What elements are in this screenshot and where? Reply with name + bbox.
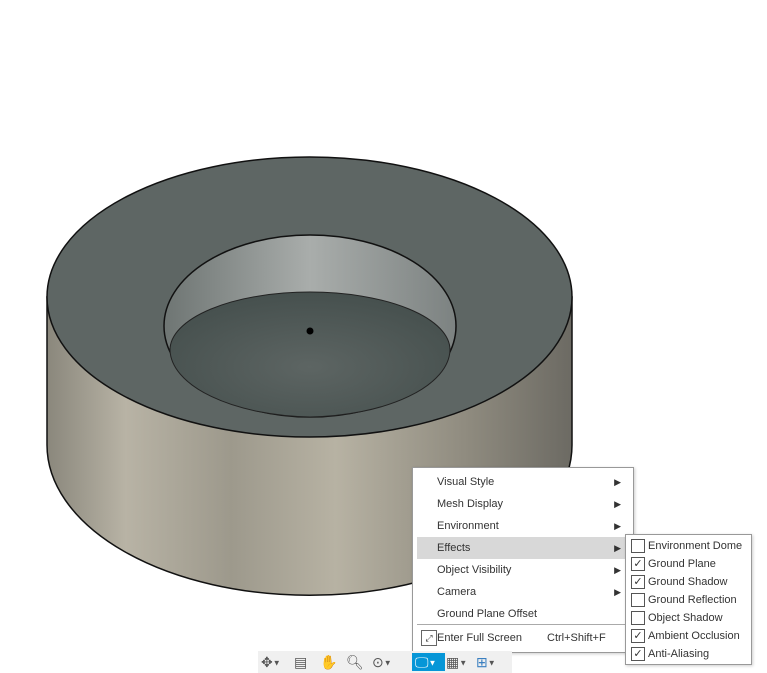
checkbox-ground-shadow[interactable]: ✓ Ground Shadow bbox=[630, 573, 748, 591]
submenu-arrow-icon: ▶ bbox=[614, 543, 621, 553]
menu-item-camera[interactable]: Camera ▶ bbox=[417, 581, 629, 603]
menu-item-mesh-display[interactable]: Mesh Display ▶ bbox=[417, 493, 629, 515]
checkbox[interactable] bbox=[631, 611, 645, 625]
pan-icon[interactable]: ✋ bbox=[320, 653, 337, 671]
label: Ground Plane Offset bbox=[437, 608, 538, 620]
display-settings-icon[interactable]: 🖵▼ bbox=[412, 653, 445, 671]
shortcut: Ctrl+Shift+F bbox=[547, 632, 606, 644]
submenu-arrow-icon: ▶ bbox=[614, 565, 621, 575]
checkbox-ambient-occlusion[interactable]: ✓ Ambient Occlusion bbox=[630, 627, 748, 645]
menu-item-object-visibility[interactable]: Object Visibility ▶ bbox=[417, 559, 629, 581]
submenu-arrow-icon: ▶ bbox=[614, 521, 621, 531]
checkbox[interactable]: ✓ bbox=[631, 629, 645, 643]
checkbox[interactable] bbox=[631, 593, 645, 607]
navigation-toolbar: ✥▼ ▤ ✋ 🔍︎ ⊙▼ 🖵▼ ▦▼ ⊞▼ bbox=[258, 651, 512, 673]
display-settings-menu: Visual Style ▶ Mesh Display ▶ Environment ▶… bbox=[412, 467, 634, 653]
label: Ground Shadow bbox=[648, 576, 728, 588]
label: Mesh Display bbox=[437, 498, 504, 510]
menu-item-ground-plane-offset[interactable]: Ground Plane Offset bbox=[417, 603, 629, 625]
submenu-arrow-icon: ▶ bbox=[614, 587, 621, 597]
label: Enter Full Screen bbox=[437, 632, 522, 644]
checkbox-object-shadow[interactable]: Object Shadow bbox=[630, 609, 748, 627]
grid-settings-icon[interactable]: ▦▼ bbox=[446, 653, 467, 671]
submenu-arrow-icon: ▶ bbox=[614, 477, 621, 487]
submenu-arrow-icon: ▶ bbox=[614, 499, 621, 509]
checkbox-ground-plane[interactable]: ✓ Ground Plane bbox=[630, 555, 748, 573]
menu-item-effects[interactable]: Effects ▶ bbox=[417, 537, 629, 559]
label: Ground Reflection bbox=[648, 594, 737, 606]
checkbox[interactable]: ✓ bbox=[631, 575, 645, 589]
label: Object Shadow bbox=[648, 612, 723, 624]
checkbox[interactable]: ✓ bbox=[631, 647, 645, 661]
label: Camera bbox=[437, 586, 477, 598]
look-at-icon[interactable]: ▤ bbox=[294, 653, 307, 671]
viewports-icon[interactable]: ⊞▼ bbox=[476, 653, 496, 671]
zoom-icon[interactable]: 🔍︎ bbox=[346, 653, 364, 671]
label: Environment Dome bbox=[648, 540, 743, 552]
label: Effects bbox=[437, 542, 471, 554]
menu-item-visual-style[interactable]: Visual Style ▶ bbox=[417, 471, 629, 493]
checkbox-environment-dome[interactable]: Environment Dome bbox=[630, 537, 748, 555]
menu-item-enter-full-screen[interactable]: ⤢ Enter Full Screen Ctrl+Shift+F bbox=[417, 627, 629, 649]
menu-separator bbox=[417, 624, 629, 625]
fit-icon[interactable]: ⊙▼ bbox=[372, 653, 392, 671]
label: Ambient Occlusion bbox=[648, 630, 740, 642]
checkbox-anti-aliasing[interactable]: ✓ Anti-Aliasing bbox=[630, 645, 748, 663]
label: Anti-Aliasing bbox=[648, 648, 710, 660]
effects-submenu: Environment Dome ✓ Ground Plane ✓ Ground S… bbox=[625, 534, 752, 665]
label: Visual Style bbox=[437, 476, 495, 488]
label: Ground Plane bbox=[648, 558, 716, 570]
checkbox[interactable] bbox=[631, 539, 645, 553]
checkbox-ground-reflection[interactable]: Ground Reflection bbox=[630, 591, 748, 609]
menu-item-environment[interactable]: Environment ▶ bbox=[417, 515, 629, 537]
fullscreen-icon: ⤢ bbox=[421, 630, 437, 646]
label: Object Visibility bbox=[437, 564, 512, 576]
label: Environment bbox=[437, 520, 499, 532]
checkbox[interactable]: ✓ bbox=[631, 557, 645, 571]
orbit-icon[interactable]: ✥▼ bbox=[261, 653, 281, 671]
